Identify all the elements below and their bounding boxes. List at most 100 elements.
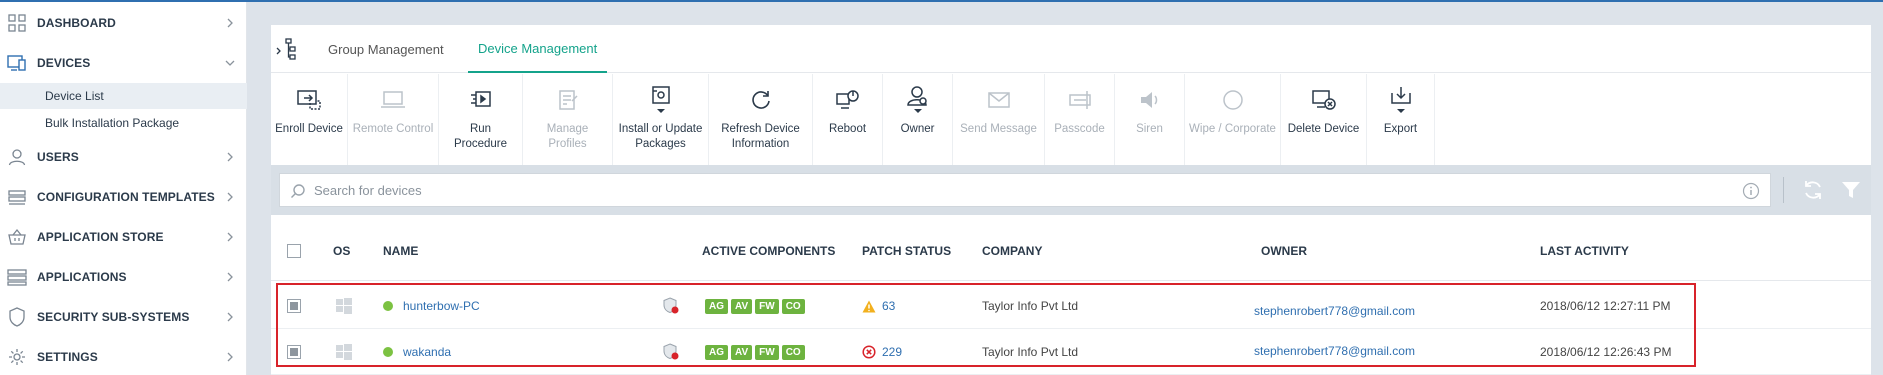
company-cell: Taylor Info Pvt Ltd (982, 345, 1079, 359)
sidebar-item-label: CONFIGURATION TEMPLATES (37, 190, 215, 204)
component-badge: AG (705, 298, 728, 314)
online-status-dot (383, 301, 393, 311)
tool-label: Enroll Device (275, 123, 343, 135)
tool-label: Remote Control (352, 123, 434, 135)
tool-label: Install or Update Packages (618, 123, 703, 150)
sidebar-item-label: APPLICATION STORE (37, 230, 164, 244)
tool-label: Owner (900, 123, 935, 135)
column-header-last-activity[interactable]: LAST ACTIVITY (1540, 221, 1629, 281)
security-status-icon (662, 283, 680, 329)
enroll-device-icon (293, 84, 325, 116)
filter-icon[interactable] (1839, 178, 1863, 202)
column-header-patch-status[interactable]: PATCH STATUS (862, 221, 951, 281)
chevron-right-icon (225, 152, 235, 162)
device-name: wakanda (403, 345, 452, 359)
component-badge: AG (705, 344, 728, 360)
sidebar-item-label: APPLICATIONS (37, 270, 127, 284)
column-header-company[interactable]: COMPANY (982, 221, 1042, 281)
sidebar-subitem-label: Bulk Installation Package (45, 116, 180, 130)
search-box (279, 173, 1771, 207)
info-icon[interactable] (1742, 182, 1760, 200)
active-components: AG AV FW CO (705, 329, 808, 375)
tool-label: Siren (1136, 123, 1163, 135)
devices-icon (7, 53, 27, 73)
patch-count: 229 (882, 345, 903, 359)
component-badge: FW (755, 298, 779, 314)
sidebar-item-settings[interactable]: SETTINGS (0, 339, 247, 375)
sidebar-subitem-bulk-installation-package[interactable]: Bulk Installation Package (0, 110, 247, 136)
active-components: AG AV FW CO (705, 283, 808, 329)
sidebar-item-label: DEVICES (37, 56, 91, 70)
group-tree-toggle[interactable] (275, 35, 303, 63)
row-checkbox[interactable] (287, 345, 301, 359)
sidebar-subitem-device-list[interactable]: Device List (0, 83, 247, 109)
component-badge: CO (781, 344, 805, 360)
tool-label: Refresh Device Information (721, 123, 800, 150)
user-icon (7, 147, 27, 167)
tool-label: Wipe / Corporate (1189, 123, 1276, 135)
sidebar: DASHBOARD DEVICES Device List Bulk Insta… (0, 2, 247, 375)
online-status-dot (383, 347, 393, 357)
component-badge: AV (731, 298, 753, 314)
tab-device-management[interactable]: Device Management (468, 25, 608, 73)
last-activity-cell: 2018/06/12 12:27:11 PM (1540, 299, 1671, 313)
sidebar-item-devices[interactable]: DEVICES (0, 45, 247, 81)
sidebar-item-label: USERS (37, 150, 79, 164)
reboot-icon (832, 84, 864, 116)
sidebar-item-label: DASHBOARD (37, 16, 116, 30)
component-badge: FW (755, 344, 779, 360)
sidebar-item-dashboard[interactable]: DASHBOARD (0, 5, 247, 41)
search-input[interactable] (314, 174, 1724, 206)
table-row[interactable]: wakanda AG AV FW CO 229 Taylor Info Pvt … (271, 329, 1871, 375)
table-row[interactable]: hunterbow-PC AG AV FW CO 63 Taylor Info … (271, 283, 1871, 329)
owner-email-link[interactable]: stephenrobert778@gmail.com (1254, 328, 1415, 374)
chevron-down-icon (225, 58, 235, 68)
tool-label: Send Message (960, 123, 1037, 135)
sidebar-item-users[interactable]: USERS (0, 139, 247, 175)
search-bar (271, 165, 1871, 215)
security-status-icon (662, 329, 680, 375)
sidebar-item-application-store[interactable]: APPLICATION STORE (0, 219, 247, 255)
passcode-icon (1064, 84, 1096, 116)
gear-icon (7, 347, 27, 367)
sidebar-item-applications[interactable]: APPLICATIONS (0, 259, 247, 295)
table-header: OS NAME ACTIVE COMPONENTS PATCH STATUS C… (271, 221, 1871, 281)
owner-icon (902, 84, 934, 116)
component-badge: AV (731, 344, 753, 360)
envelope-icon (983, 84, 1015, 116)
tool-label: Passcode (1054, 123, 1105, 135)
patch-status-link[interactable]: 63 (862, 283, 895, 329)
column-header-owner[interactable]: OWNER (1261, 221, 1307, 281)
patch-status-link[interactable]: 229 (862, 329, 902, 375)
device-name-link[interactable]: wakanda (383, 329, 451, 375)
warning-triangle-icon (862, 300, 876, 313)
tool-label: Reboot (828, 123, 867, 135)
chevron-right-icon (225, 352, 235, 362)
windows-os-icon (336, 329, 352, 375)
device-name: hunterbow-PC (403, 299, 480, 313)
column-header-name[interactable]: NAME (383, 221, 418, 281)
main-panel: Group Management Device Management Enrol… (271, 25, 1871, 375)
patch-count: 63 (882, 299, 896, 313)
shield-icon (7, 307, 27, 327)
export-icon (1385, 84, 1417, 116)
tab-group-management[interactable]: Group Management (318, 25, 454, 73)
sidebar-item-configuration-templates[interactable]: CONFIGURATION TEMPLATES (0, 179, 247, 215)
sidebar-item-security-sub-systems[interactable]: SECURITY SUB-SYSTEMS (0, 299, 247, 335)
sidebar-item-label: SECURITY SUB-SYSTEMS (37, 310, 190, 324)
refresh-list-icon[interactable] (1801, 178, 1825, 202)
tab-label: Group Management (328, 41, 444, 57)
refresh-icon (745, 84, 777, 116)
select-all-checkbox[interactable] (287, 244, 301, 258)
wipe-circle-icon (1217, 84, 1249, 116)
chevron-right-icon (225, 18, 235, 28)
device-name-link[interactable]: hunterbow-PC (383, 283, 480, 329)
tool-label: Delete Device (1287, 123, 1360, 135)
profiles-icon (552, 84, 584, 116)
row-checkbox[interactable] (287, 299, 301, 313)
column-header-os[interactable]: OS (333, 221, 350, 281)
chevron-right-icon (225, 232, 235, 242)
column-header-active-components[interactable]: ACTIVE COMPONENTS (702, 221, 835, 281)
layers-icon (7, 187, 27, 207)
sidebar-item-label: SETTINGS (37, 350, 98, 364)
